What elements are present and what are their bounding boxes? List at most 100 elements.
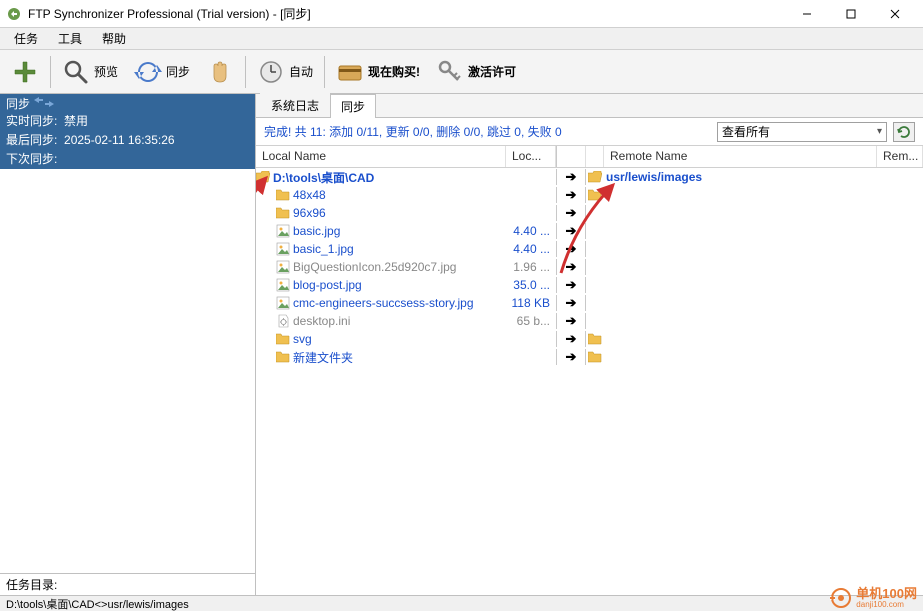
arrow-icon: ➔ xyxy=(556,223,586,239)
file-name: 96x96 xyxy=(293,206,326,220)
realtime-row: 实时同步: 禁用 xyxy=(0,112,255,131)
license-button[interactable]: 激活许可 xyxy=(429,53,523,91)
chevron-down-icon: ▾ xyxy=(877,126,882,137)
file-name: BigQuestionIcon.25d920c7.jpg xyxy=(293,260,456,274)
list-row[interactable]: 新建文件夹➔ xyxy=(256,348,923,366)
auto-label: 自动 xyxy=(289,63,313,80)
menu-help[interactable]: 帮助 xyxy=(92,28,136,49)
tab-syslog[interactable]: 系统日志 xyxy=(260,93,330,117)
hand-icon xyxy=(206,58,234,86)
toolbar: 预览 同步 自动 现在购买! 激活许可 xyxy=(0,50,923,94)
file-name: cmc-engineers-succsess-story.jpg xyxy=(293,296,474,310)
toolbar-separator xyxy=(50,56,51,88)
image-file-icon xyxy=(276,224,290,238)
menubar: 任务 工具 帮助 xyxy=(0,28,923,50)
arrow-icon: ➔ xyxy=(556,295,586,311)
toolbar-separator xyxy=(324,56,325,88)
file-name: 48x48 xyxy=(293,188,326,202)
arrow-icon: ➔ xyxy=(556,313,586,329)
realtime-label: 实时同步: xyxy=(6,114,57,128)
buy-button[interactable]: 现在购买! xyxy=(329,53,427,91)
preview-button[interactable]: 预览 xyxy=(55,53,125,91)
task-header[interactable]: 同步 xyxy=(0,94,255,112)
close-button[interactable] xyxy=(873,0,917,28)
key-icon xyxy=(436,58,464,86)
lastsync-label: 最后同步: xyxy=(6,133,57,147)
view-filter-dropdown[interactable]: 查看所有 ▾ xyxy=(717,122,887,142)
list-row[interactable]: 48x48➔ xyxy=(256,186,923,204)
list-row[interactable]: blog-post.jpg35.0 ...➔ xyxy=(256,276,923,294)
buy-label: 现在购买! xyxy=(368,63,420,80)
file-size: 118 KB xyxy=(506,296,556,310)
menu-tools[interactable]: 工具 xyxy=(48,28,92,49)
col-local-name[interactable]: Local Name xyxy=(256,146,506,167)
watermark-logo-icon xyxy=(830,587,852,609)
card-icon xyxy=(336,58,364,86)
folder-icon xyxy=(588,351,602,363)
plus-icon xyxy=(11,58,39,86)
folder-icon xyxy=(276,207,290,219)
file-name: basic.jpg xyxy=(293,224,340,238)
realtime-value: 禁用 xyxy=(64,114,88,128)
list-row[interactable]: BigQuestionIcon.25d920c7.jpg 1.96 ...➔ xyxy=(256,258,923,276)
col-remote-icon xyxy=(586,146,604,167)
clock-icon xyxy=(257,58,285,86)
file-size: 1.96 ... xyxy=(506,260,556,274)
file-name: basic_1.jpg xyxy=(293,242,354,256)
magnifier-icon xyxy=(62,58,90,86)
lastsync-row: 最后同步: 2025-02-11 16:35:26 xyxy=(0,131,255,150)
col-remote-name[interactable]: Remote Name xyxy=(604,146,877,167)
titlebar: FTP Synchronizer Professional (Trial ver… xyxy=(0,0,923,28)
left-panel: 同步 实时同步: 禁用 最后同步: 2025-02-11 16:35:26 下次… xyxy=(0,94,256,595)
statusbar: D:\tools\桌面\CAD<>usr/lewis/images xyxy=(0,595,923,611)
watermark: 单机100网 danji100.com xyxy=(830,587,917,609)
auto-button[interactable]: 自动 xyxy=(250,53,320,91)
sync-label: 同步 xyxy=(166,63,190,80)
folder-icon xyxy=(588,333,602,345)
remote-icon-cell xyxy=(586,189,604,201)
folder-icon xyxy=(276,333,290,345)
task-title: 同步 xyxy=(6,95,30,112)
watermark-brand: 单机100网 xyxy=(856,588,917,600)
list-row[interactable]: svg➔ xyxy=(256,330,923,348)
col-remote-size[interactable]: Rem... xyxy=(877,146,923,167)
arrow-icon: ➔ xyxy=(556,277,586,293)
arrow-icon: ➔ xyxy=(556,241,586,257)
tab-sync[interactable]: 同步 xyxy=(330,94,376,118)
window-buttons xyxy=(785,0,917,28)
list-row[interactable]: cmc-engineers-succsess-story.jpg 118 KB➔ xyxy=(256,294,923,312)
list-row[interactable]: basic_1.jpg 4.40 ...➔ xyxy=(256,240,923,258)
menu-task[interactable]: 任务 xyxy=(4,28,48,49)
watermark-url: danji100.com xyxy=(856,600,917,609)
list-body[interactable]: D:\tools\桌面\CAD ➔ usr/lewis/images 48x48… xyxy=(256,168,923,595)
col-direction[interactable] xyxy=(556,146,586,167)
arrow-icon: ➔ xyxy=(556,259,586,275)
toolbar-separator xyxy=(245,56,246,88)
refresh-button[interactable] xyxy=(893,122,915,142)
col-local-size[interactable]: Loc... xyxy=(506,146,556,167)
nextsync-label: 下次同步: xyxy=(6,152,57,166)
maximize-button[interactable] xyxy=(829,0,873,28)
refresh-icon xyxy=(897,125,911,139)
file-name: svg xyxy=(293,332,312,346)
list-row[interactable]: basic.jpg4.40 ...➔ xyxy=(256,222,923,240)
file-size: 35.0 ... xyxy=(506,278,556,292)
task-dir-label: 任务目录: xyxy=(0,573,255,595)
list-row-root[interactable]: D:\tools\桌面\CAD ➔ usr/lewis/images xyxy=(256,168,923,186)
view-filter-value: 查看所有 xyxy=(722,123,770,140)
image-file-icon xyxy=(276,242,290,256)
add-button[interactable] xyxy=(4,53,46,91)
status-text: 完成! 共 11: 添加 0/11, 更新 0/0, 删除 0/0, 跳过 0,… xyxy=(264,123,711,140)
list-row[interactable]: 96x96➔ xyxy=(256,204,923,222)
statusbar-path: D:\tools\桌面\CAD<>usr/lewis/images xyxy=(6,596,189,612)
minimize-button[interactable] xyxy=(785,0,829,28)
remote-icon-cell xyxy=(586,333,604,345)
file-size: 4.40 ... xyxy=(506,242,556,256)
lastsync-value: 2025-02-11 16:35:26 xyxy=(64,133,175,147)
image-file-icon xyxy=(276,278,290,292)
stop-button[interactable] xyxy=(199,53,241,91)
sync-button[interactable]: 同步 xyxy=(127,53,197,91)
arrow-icon: ➔ xyxy=(556,169,586,185)
file-size: 65 b... xyxy=(506,314,556,328)
list-row[interactable]: desktop.ini65 b...➔ xyxy=(256,312,923,330)
